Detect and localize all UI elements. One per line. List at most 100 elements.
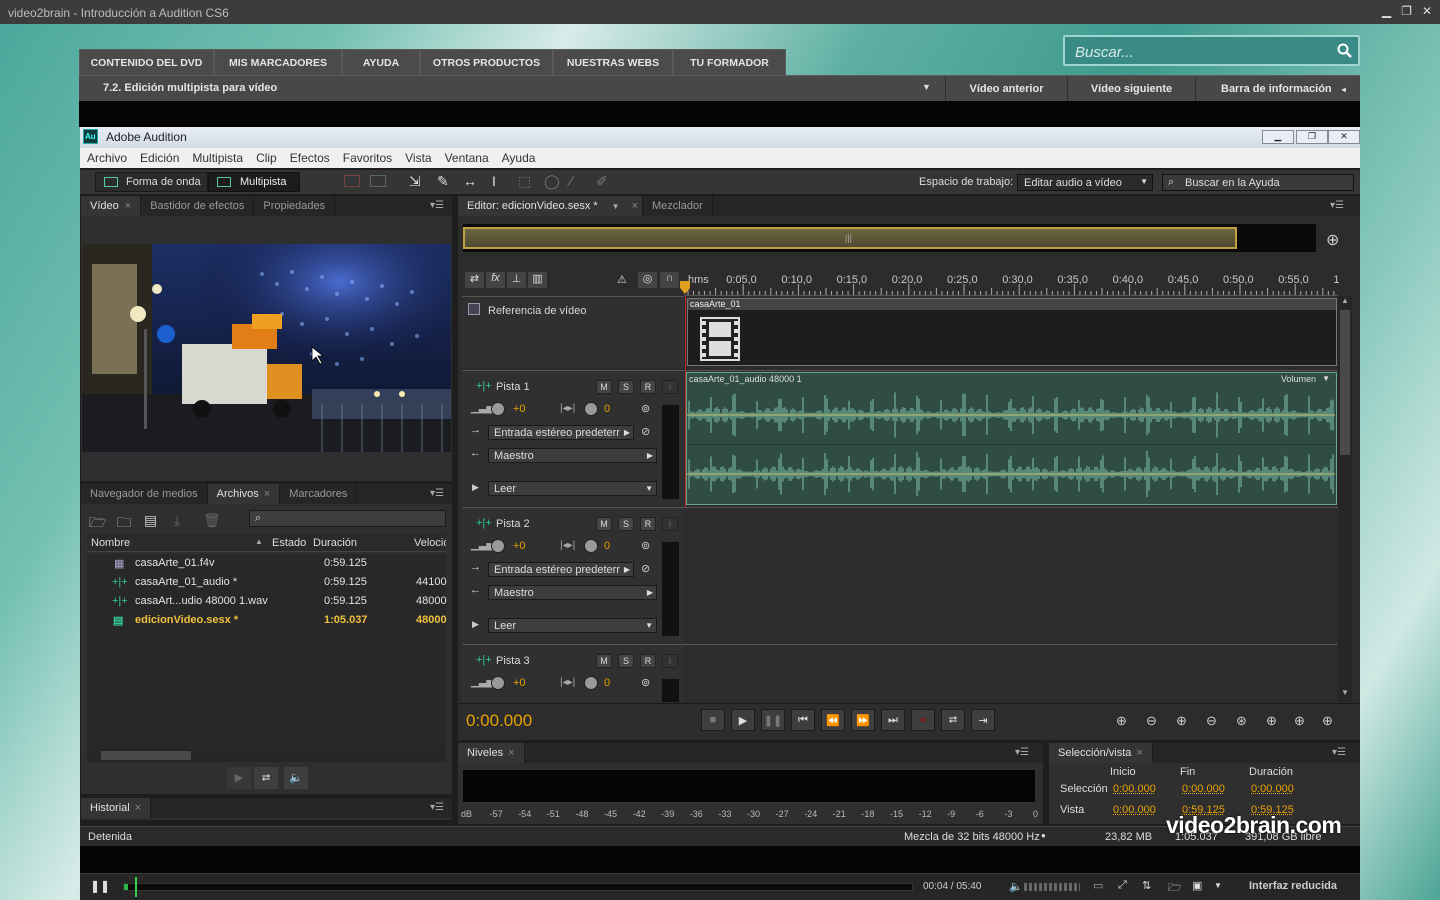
record-monitor-icon[interactable]: ◎ bbox=[638, 272, 657, 288]
loop-button[interactable]: ⮂ bbox=[941, 709, 965, 731]
pan-value[interactable]: 0 bbox=[604, 677, 610, 689]
menu-favoritos[interactable]: Favoritos bbox=[343, 151, 392, 165]
pan-value[interactable]: 0 bbox=[604, 540, 610, 552]
nav-tab-tu-formador[interactable]: TU FORMADOR bbox=[673, 49, 786, 75]
spot-heal-icon[interactable]: ✐ bbox=[596, 173, 608, 190]
list-item[interactable]: +|+ casaArt...udio 48000 1.wav 0:59.125 … bbox=[88, 592, 447, 611]
fx-icon[interactable]: fx bbox=[486, 272, 505, 288]
loop-file-icon[interactable]: ⮂ bbox=[254, 767, 278, 789]
zoom-in-point-icon[interactable]: ⊕ bbox=[1266, 713, 1277, 729]
tab-niveles[interactable]: Niveles × bbox=[458, 743, 525, 763]
selection-duration[interactable]: 0:00.000 bbox=[1251, 783, 1294, 795]
stereo-icon[interactable]: ⊚ bbox=[641, 539, 650, 552]
menu-vista[interactable]: Vista bbox=[405, 151, 431, 165]
menu-multipista[interactable]: Multipista bbox=[192, 151, 243, 165]
fullscreen-icon[interactable]: ⤢ bbox=[1118, 879, 1127, 892]
volume-knob[interactable] bbox=[491, 539, 505, 553]
new-file-icon[interactable]: ▤ bbox=[144, 512, 157, 529]
reduced-ui-button[interactable]: Interfaz reducida bbox=[1249, 880, 1337, 892]
info-bar-button[interactable]: Barra de información ◂ bbox=[1195, 76, 1359, 102]
skip-selection-button[interactable]: ⇥ bbox=[971, 709, 995, 731]
panel-menu-icon[interactable]: ▾☰ bbox=[430, 488, 444, 499]
zoom-out-amplitude-icon[interactable]: ⊖ bbox=[1146, 713, 1157, 729]
panel-menu-icon[interactable]: ▾☰ bbox=[1015, 747, 1029, 758]
phase-icon[interactable]: ⊘ bbox=[641, 425, 650, 438]
menu-ventana[interactable]: Ventana bbox=[445, 151, 489, 165]
tab-navegador-medios[interactable]: Navegador de medios bbox=[81, 484, 208, 504]
expand-icon[interactable]: ▶ bbox=[472, 482, 479, 493]
headphones-icon[interactable]: ∩ bbox=[660, 272, 679, 288]
time-display[interactable]: 0:00.000 bbox=[466, 711, 532, 731]
menu-edicion[interactable]: Edición bbox=[140, 151, 179, 165]
volume-knob[interactable] bbox=[491, 402, 505, 416]
zoom-selection-icon[interactable]: ⊕ bbox=[1322, 713, 1333, 729]
chevron-down-icon[interactable]: ▼ bbox=[1322, 374, 1330, 383]
player-progress-bar[interactable] bbox=[123, 883, 913, 891]
stereo-icon[interactable]: ⊚ bbox=[641, 676, 650, 689]
col-velocidad[interactable]: Velocid bbox=[414, 537, 446, 549]
volume-value[interactable]: +0 bbox=[513, 677, 526, 689]
nav-tab-ayuda[interactable]: AYUDA bbox=[342, 49, 420, 75]
selection-end[interactable]: 0:00.000 bbox=[1182, 783, 1225, 795]
pan-knob[interactable] bbox=[584, 539, 598, 553]
view-start[interactable]: 0:00.000 bbox=[1113, 804, 1156, 816]
open-file-icon[interactable]: 🗁 bbox=[89, 512, 106, 536]
list-item[interactable]: ▦ casaArte_01.f4v 0:59.125 bbox=[88, 554, 446, 573]
solo-button[interactable]: S bbox=[618, 654, 634, 668]
record-arm-button[interactable]: R bbox=[640, 654, 656, 668]
lesson-dropdown-icon[interactable]: ▼ bbox=[922, 82, 931, 92]
files-hscrollbar[interactable] bbox=[87, 749, 446, 762]
panel-menu-icon[interactable]: ▾☰ bbox=[430, 802, 444, 813]
sort-icon[interactable]: ⇅ bbox=[1142, 879, 1151, 892]
mute-button[interactable]: M bbox=[596, 380, 612, 394]
col-estado[interactable]: Estado bbox=[272, 537, 306, 549]
marquee-icon[interactable]: ⬚ bbox=[518, 173, 531, 190]
record-arm-button[interactable]: R bbox=[640, 517, 656, 531]
swap-icon[interactable]: ⇄ bbox=[465, 272, 484, 288]
record-arm-button[interactable]: R bbox=[640, 380, 656, 394]
au-close-button[interactable]: ✕ bbox=[1328, 130, 1360, 144]
send-icon[interactable]: ⊥ bbox=[507, 272, 526, 288]
time-selection-icon[interactable]: I bbox=[492, 173, 496, 189]
col-nombre[interactable]: Nombre bbox=[91, 537, 130, 549]
tab-editor[interactable]: Editor: edicionVideo.sesx * ▼ × bbox=[458, 196, 644, 216]
brush-icon[interactable]: ⁄ bbox=[570, 173, 572, 189]
overview-bar[interactable]: ||| bbox=[463, 224, 1316, 252]
v2b-search-input[interactable] bbox=[1075, 42, 1325, 62]
prev-video-button[interactable]: Vídeo anterior bbox=[945, 76, 1067, 102]
tab-archivos[interactable]: Archivos × bbox=[207, 484, 281, 504]
spectral-pitch-icon[interactable] bbox=[370, 175, 386, 187]
play-button[interactable]: ▶ bbox=[731, 709, 755, 731]
stop-button[interactable]: ■ bbox=[701, 709, 725, 731]
input-monitor-button[interactable]: I bbox=[662, 654, 678, 668]
zoom-in-amplitude-icon[interactable]: ⊕ bbox=[1116, 713, 1127, 729]
zoom-full-icon[interactable]: ⊛ bbox=[1236, 713, 1247, 729]
subtitles-icon[interactable]: ▭ bbox=[1093, 879, 1103, 892]
playhead-marker-icon[interactable] bbox=[679, 281, 691, 295]
automation-mode-select[interactable]: Leer ▼ bbox=[488, 481, 657, 496]
nav-tab-marcadores[interactable]: MIS MARCADORES bbox=[214, 49, 342, 75]
input-monitor-button[interactable]: I bbox=[662, 380, 678, 394]
folder-icon[interactable]: 🗁 bbox=[1168, 879, 1182, 898]
menu-efectos[interactable]: Efectos bbox=[290, 151, 330, 165]
waveform-view-button[interactable]: Forma de onda bbox=[95, 172, 208, 192]
phase-icon[interactable]: ⊘ bbox=[641, 562, 650, 575]
volume-knob[interactable] bbox=[491, 676, 505, 690]
automation-mode-select[interactable]: Leer ▼ bbox=[488, 618, 657, 633]
input-monitor-button[interactable]: I bbox=[662, 517, 678, 531]
solo-button[interactable]: S bbox=[618, 380, 634, 394]
output-select[interactable]: Maestro ▶ bbox=[488, 585, 657, 600]
track-name[interactable]: Pista 1 bbox=[496, 381, 530, 393]
panel-menu-icon[interactable]: ▾☰ bbox=[430, 200, 444, 211]
trash-icon[interactable]: 🗑 bbox=[203, 512, 221, 529]
menu-ayuda[interactable]: Ayuda bbox=[502, 151, 536, 165]
spectral-freq-icon[interactable] bbox=[344, 175, 360, 187]
help-search-input[interactable]: ⌕ Buscar en la Ayuda bbox=[1162, 174, 1354, 191]
import-file-icon[interactable]: 🗀 bbox=[117, 512, 131, 536]
track-lane-3[interactable] bbox=[684, 644, 1338, 702]
minimize-button[interactable]: ▁ bbox=[1382, 4, 1391, 18]
pause-button[interactable]: ❚❚ bbox=[761, 709, 785, 731]
tracks-vscrollbar[interactable]: ▲ ▼ bbox=[1338, 296, 1352, 702]
selection-start[interactable]: 0:00.000 bbox=[1113, 783, 1156, 795]
panel-menu-icon[interactable]: ▾☰ bbox=[1330, 200, 1344, 211]
